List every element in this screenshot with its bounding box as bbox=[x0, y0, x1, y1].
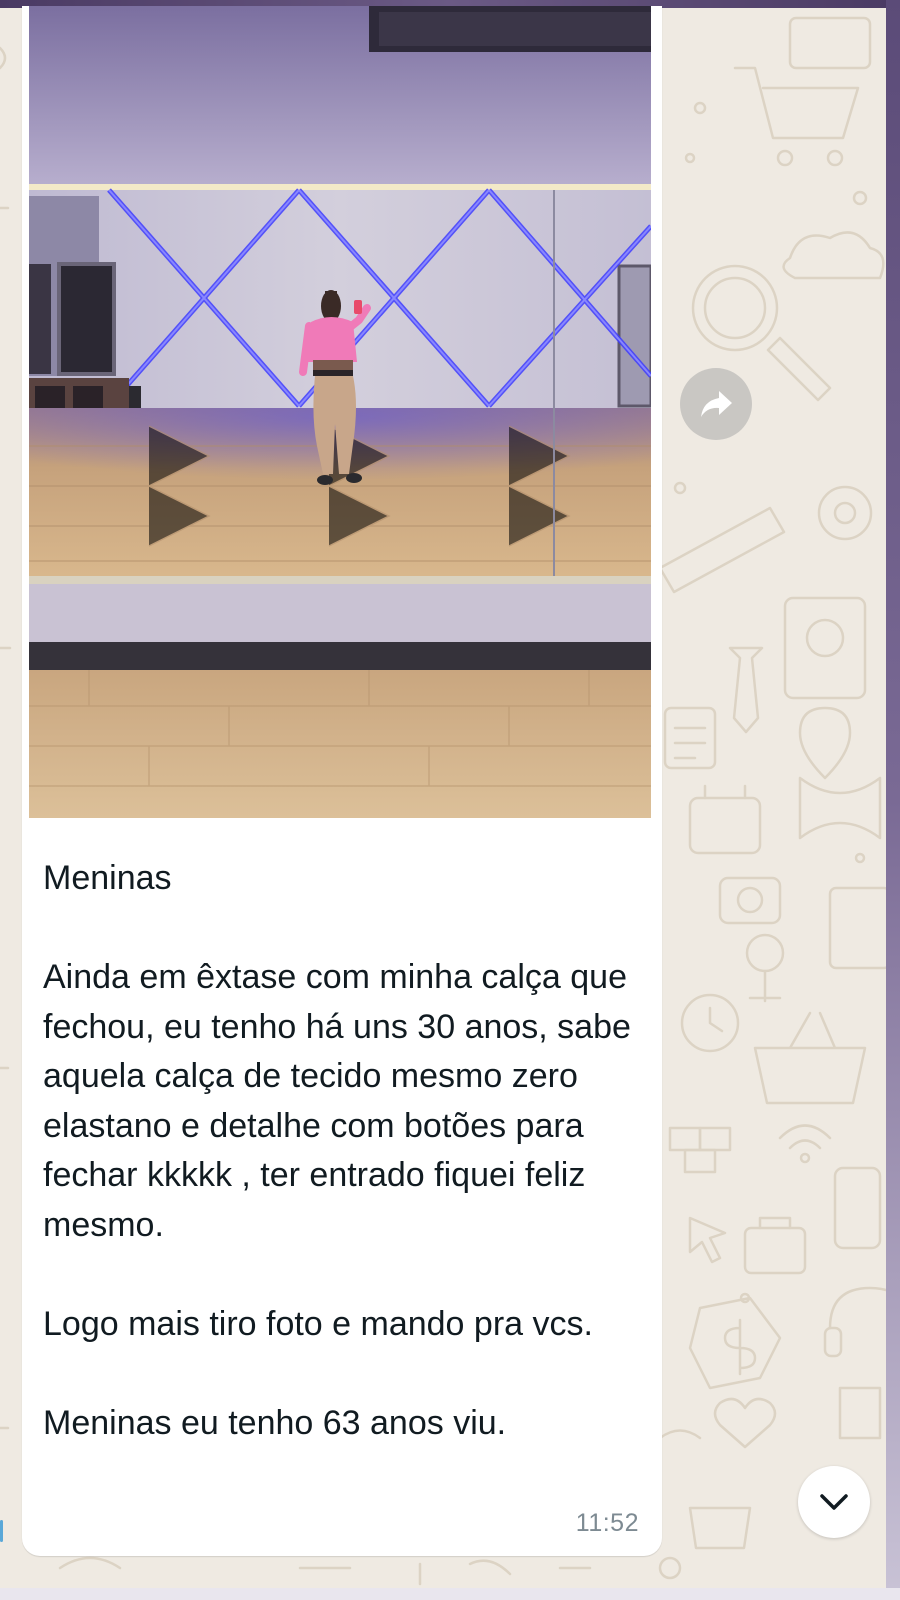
forward-button[interactable] bbox=[680, 368, 752, 440]
forward-arrow-icon bbox=[701, 391, 732, 417]
message-paragraph: Logo mais tiro foto e mando pra vcs. bbox=[43, 1304, 593, 1343]
message-text: Meninas Ainda em êxtase com minha calça … bbox=[43, 854, 643, 1448]
chevron-down-icon bbox=[820, 1494, 848, 1510]
message-paragraph: Meninas eu tenho 63 anos viu. bbox=[43, 1403, 507, 1442]
window-bottom-edge bbox=[0, 1588, 900, 1600]
message-photo[interactable] bbox=[29, 6, 651, 818]
scroll-to-bottom-button[interactable] bbox=[798, 1466, 870, 1538]
left-edge-indicator bbox=[0, 1520, 3, 1542]
message-paragraph: Meninas bbox=[43, 859, 172, 897]
window-right-edge bbox=[886, 0, 900, 1600]
message-bubble[interactable]: Meninas Ainda em êxtase com minha calça … bbox=[22, 6, 662, 1556]
message-paragraph: Ainda em êxtase com minha calça que fech… bbox=[43, 958, 641, 1244]
message-timestamp: 11:52 bbox=[575, 1509, 639, 1537]
